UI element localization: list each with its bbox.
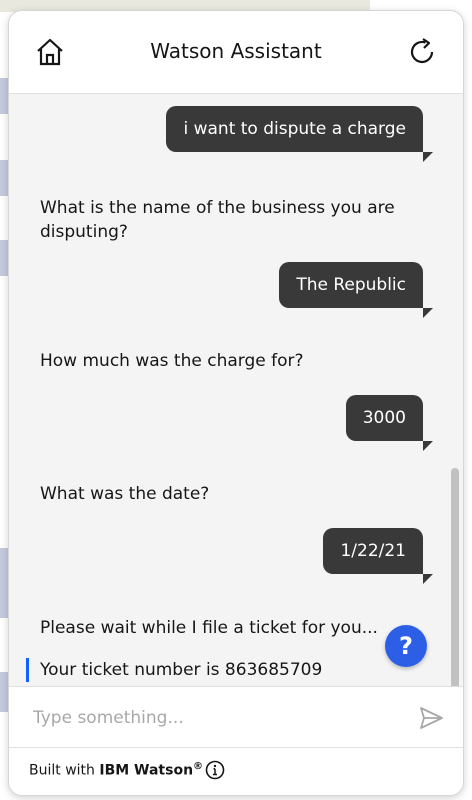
footer: Built with IBM Watson® [9, 747, 463, 795]
footer-trademark: ® [193, 761, 204, 772]
bot-message: What is the name of the business you are… [40, 198, 395, 242]
send-icon [420, 707, 443, 729]
chat-title: Watson Assistant [150, 39, 322, 63]
help-button[interactable]: ? [385, 625, 427, 667]
info-icon [205, 760, 225, 780]
user-message: 1/22/21 [323, 528, 433, 584]
bot-message: How much was the charge for? [40, 351, 304, 371]
input-area [9, 686, 463, 747]
bot-message: Please wait while I file a ticket for yo… [40, 618, 378, 638]
send-button[interactable] [417, 704, 445, 732]
footer-text: Built with IBM Watson® [29, 761, 203, 779]
user-message: i want to dispute a charge [166, 106, 433, 162]
footer-brand: IBM Watson [99, 762, 194, 779]
message-input[interactable] [31, 699, 405, 737]
bot-message-highlighted: Your ticket number is 863685709 [26, 658, 410, 682]
footer-prefix: Built with [29, 762, 100, 779]
info-button[interactable] [205, 760, 225, 780]
message-list: i want to dispute a charge What is the n… [9, 94, 463, 686]
help-button-label: ? [399, 632, 413, 660]
user-message: 3000 [345, 395, 434, 451]
restart-icon [410, 38, 434, 64]
user-message: The Republic [279, 262, 433, 318]
restart-button[interactable] [405, 35, 439, 69]
scrollbar[interactable] [451, 468, 459, 686]
bot-message: What was the date? [40, 484, 210, 504]
chat-widget: Watson Assistant i want to dispute a cha… [8, 10, 464, 796]
chat-header: Watson Assistant [9, 11, 463, 94]
